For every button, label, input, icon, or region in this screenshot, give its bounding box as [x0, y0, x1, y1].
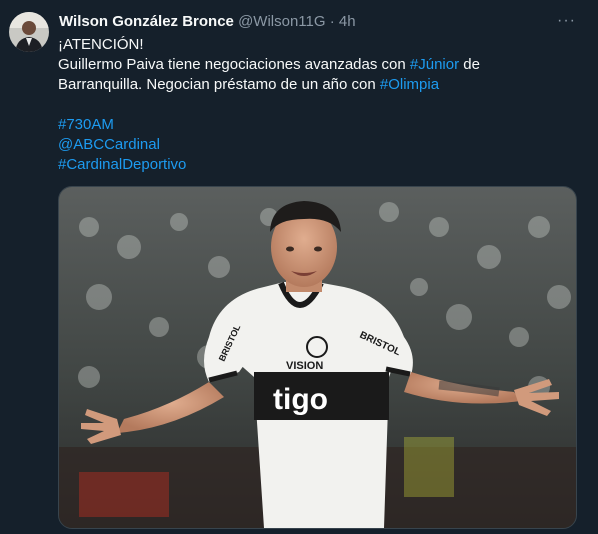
- hashtag-730am[interactable]: #730AM: [58, 115, 578, 135]
- tweet-header: Wilson González Bronce @Wilson11G · 4h: [59, 12, 578, 32]
- shirt-sponsor-text: tigo: [273, 383, 328, 416]
- author-name[interactable]: Wilson González Bronce: [59, 13, 234, 30]
- separator-dot: ·: [329, 13, 335, 30]
- tweet-text: ¡ATENCIÓN! Guillermo Paiva tiene negocia…: [58, 35, 578, 175]
- tweet-time[interactable]: 4h: [339, 13, 356, 30]
- shirt-vision-text: VISION: [286, 360, 323, 372]
- tweet-line-negotiation: Guillermo Paiva tiene negociaciones avan…: [58, 55, 578, 75]
- tweet-line-attention: ¡ATENCIÓN!: [58, 36, 144, 53]
- more-options-icon[interactable]: ···: [557, 12, 576, 30]
- tweet-line2-text: Guillermo Paiva tiene negociaciones avan…: [58, 56, 410, 73]
- hashtag-junior[interactable]: #Júnior: [410, 56, 459, 73]
- mention-abccardinal[interactable]: @ABCCardinal: [58, 135, 578, 155]
- tweet-line2-end: de: [459, 56, 480, 73]
- tweet-media-image[interactable]: VISION tigo BRISTOL BRISTOL: [58, 186, 577, 529]
- tweet-line-loan: Barranquilla. Negocian préstamo de un añ…: [58, 75, 578, 95]
- author-avatar[interactable]: [9, 12, 49, 52]
- author-handle[interactable]: @Wilson11G: [238, 13, 325, 30]
- hashtag-cardinaldeportivo[interactable]: #CardinalDeportivo: [58, 155, 578, 175]
- tweet-line3-text: Barranquilla. Negocian préstamo de un añ…: [58, 76, 380, 93]
- avatar-image: [9, 12, 49, 52]
- hashtag-olimpia[interactable]: #Olimpia: [380, 76, 439, 93]
- player-photo: VISION tigo BRISTOL BRISTOL: [59, 187, 576, 528]
